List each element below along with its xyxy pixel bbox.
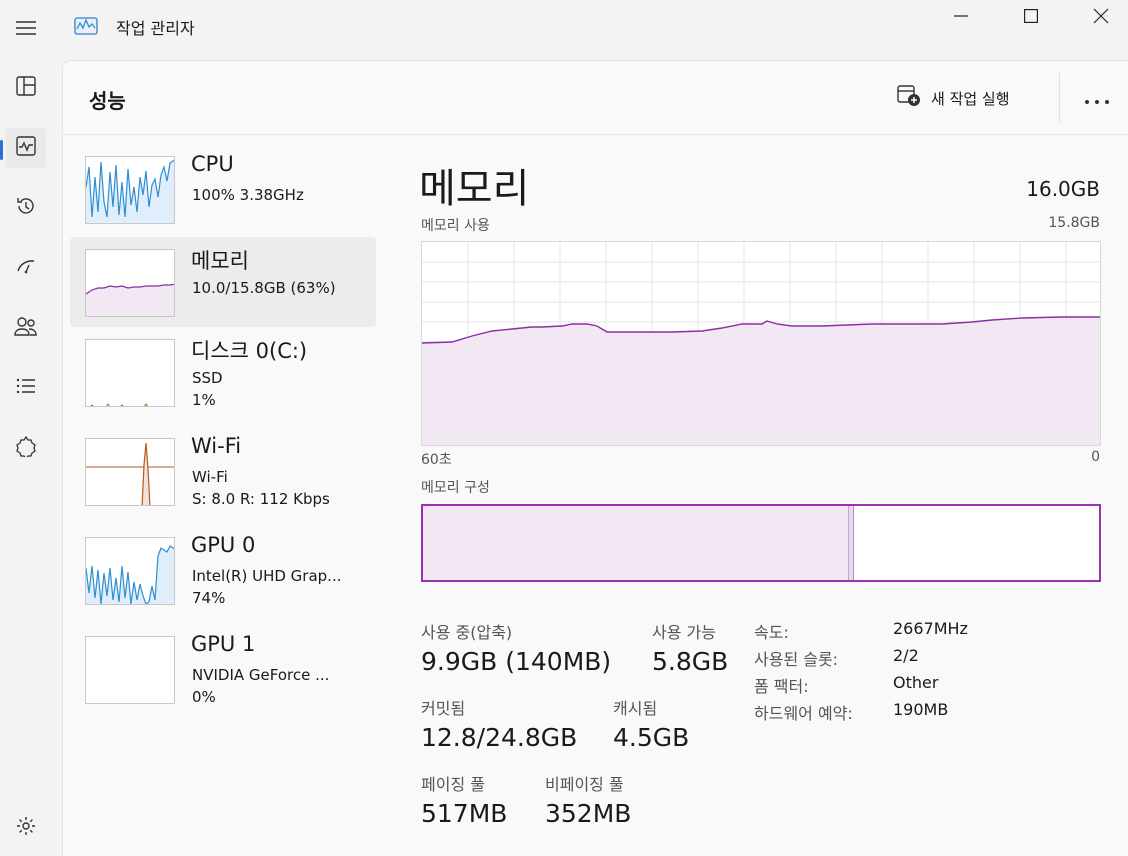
nav-details[interactable] [6,368,46,408]
graph-time-start: 60초 [421,452,452,468]
nav-users[interactable] [6,308,46,348]
resource-name: GPU 0 [191,533,256,557]
available-value: 5.8GB [652,647,729,676]
resource-item-wifi[interactable]: Wi-Fi Wi-Fi S: 8.0 R: 112 Kbps [70,426,376,516]
users-icon [14,315,38,341]
resource-line1: 10.0/15.8GB (63%) [192,279,336,297]
app-history-icon [15,195,37,221]
close-button[interactable] [1066,0,1128,32]
cpu-thumbnail-graph [85,156,175,224]
app-title: 작업 관리자 [116,19,195,38]
resource-line2: 74% [192,589,226,607]
nav-services[interactable] [6,428,46,468]
resource-line2: S: 8.0 R: 112 Kbps [192,490,330,508]
resource-name: GPU 1 [191,632,256,656]
memory-composition-bar [421,504,1101,582]
spec-value: 2667MHz [893,619,968,638]
resource-line2: 0% [192,688,216,706]
nav-processes[interactable] [6,68,46,108]
composition-in-use [423,506,849,580]
detail-title: 메모리 [419,166,530,212]
resource-line1: SSD [192,369,223,387]
performance-icon [15,135,37,161]
new-task-icon [897,85,921,111]
spec-value: 2/2 [893,646,919,665]
resource-item-cpu[interactable]: CPU 100% 3.38GHz [70,144,376,234]
memory-usage-graph [421,241,1101,446]
usage-graph-max: 15.8GB [1048,215,1100,231]
paged-pool-value: 517MB [421,799,508,828]
nonpaged-pool-label: 비페이징 풀 [545,775,624,794]
cached-label: 캐시됨 [613,699,658,718]
wifi-thumbnail-graph [85,438,175,506]
page-header: 성능 새 작업 실행 [63,61,1128,135]
resource-name: 메모리 [191,249,249,273]
spec-label: 폼 팩터: [754,677,809,696]
resource-line1: Intel(R) UHD Grap... [192,567,342,585]
resource-line1: NVIDIA GeForce ... [192,666,330,684]
details-icon [15,375,37,401]
resource-line2: 1% [192,391,216,409]
resource-name: Wi-Fi [191,434,242,458]
in-use-value: 9.9GB (140MB) [421,647,612,676]
cached-value: 4.5GB [613,723,690,752]
resource-line1: 100% 3.38GHz [192,186,304,204]
spec-label: 사용된 슬롯: [754,650,839,669]
resource-line1: Wi-Fi [192,468,228,486]
graph-time-end: 0 [1091,449,1100,465]
in-use-label: 사용 중(압축) [421,623,513,642]
nav-active-indicator [0,140,3,160]
resource-item-disk[interactable]: 디스크 0(C:) SSD 1% [70,327,376,417]
settings-icon [15,815,37,841]
usage-graph-label: 메모리 사용 [421,218,490,234]
disk-thumbnail-graph [85,339,175,407]
services-icon [15,435,37,461]
spec-value: Other [893,673,939,692]
left-nav [0,56,62,856]
spec-label: 하드웨어 예약: [754,704,853,723]
title-bar: 작업 관리자 [0,0,1128,56]
nav-performance[interactable] [6,128,46,168]
nonpaged-pool-value: 352MB [545,799,632,828]
gpu1-thumbnail-graph [85,636,175,704]
committed-label: 커밋됨 [421,699,466,718]
memory-thumbnail-graph [85,249,175,317]
nav-app-history[interactable] [6,188,46,228]
page-title: 성능 [89,89,126,113]
resource-name: 디스크 0(C:) [191,339,308,363]
more-options-button[interactable] [1079,83,1115,113]
detail-total: 16.0GB [1026,177,1100,201]
new-task-button[interactable]: 새 작업 실행 [897,83,1010,113]
resource-name: CPU [191,152,234,176]
committed-value: 12.8/24.8GB [421,723,578,752]
header-divider [1059,73,1060,123]
resource-item-gpu1[interactable]: GPU 1 NVIDIA GeForce ... 0% [70,624,376,714]
resource-item-memory[interactable]: 메모리 10.0/15.8GB (63%) [70,237,376,327]
more-icon [1084,86,1110,110]
resource-item-gpu0[interactable]: GPU 0 Intel(R) UHD Grap... 74% [70,525,376,615]
new-task-label: 새 작업 실행 [931,89,1010,108]
processes-icon [15,75,37,101]
paged-pool-label: 페이징 풀 [421,775,485,794]
hamburger-icon[interactable] [10,12,42,44]
spec-value: 190MB [893,700,949,719]
available-label: 사용 가능 [652,623,716,642]
gpu0-thumbnail-graph [85,537,175,605]
app-logo-icon [74,15,98,37]
maximize-button[interactable] [996,0,1066,32]
composition-label: 메모리 구성 [421,480,490,496]
minimize-button[interactable] [926,0,996,32]
startup-icon [15,255,37,281]
composition-modified [849,506,854,580]
main-panel: 성능 새 작업 실행 CPU 100% 3.38GHz 메모리 10.0/15.… [62,60,1128,856]
nav-settings[interactable] [6,808,46,848]
nav-startup[interactable] [6,248,46,288]
spec-label: 속도: [754,623,789,642]
